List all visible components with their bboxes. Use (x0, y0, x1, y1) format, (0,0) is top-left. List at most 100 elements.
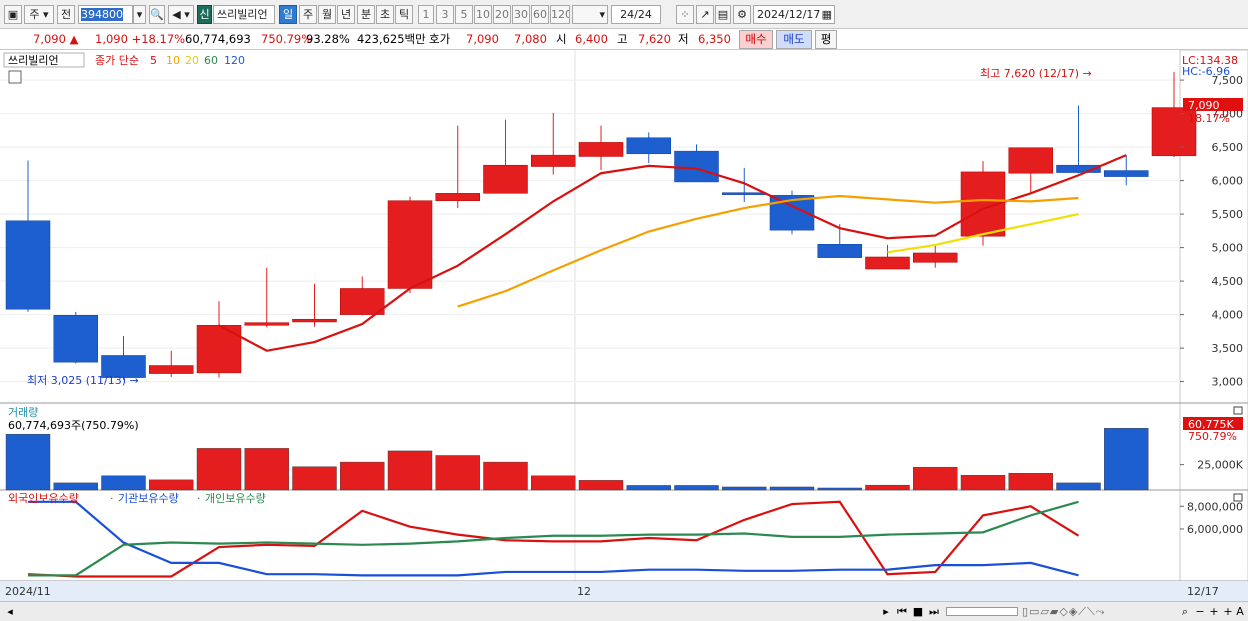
trade-amount: 423,625백만 (357, 32, 426, 46)
price-tick-label: 3,500 (1212, 342, 1244, 355)
buy-button[interactable]: 매수 (739, 30, 773, 49)
current-price: 7,090 ▲ (33, 32, 79, 46)
period-second-button[interactable]: 초 (376, 5, 394, 24)
volume-bar (817, 487, 862, 491)
hc-label: HC:-6.96 (1182, 65, 1230, 78)
interval-120-button[interactable]: 120 (550, 5, 570, 24)
volume-bar (387, 450, 433, 491)
candle-body (1008, 147, 1053, 174)
volume-tick-label: 25,000K (1197, 459, 1243, 472)
volume-title[interactable]: 거래량 (8, 406, 38, 419)
interval-1-button[interactable]: 1 (418, 5, 434, 24)
period-year-button[interactable]: 년 (337, 5, 355, 24)
legend-ma-20[interactable]: 20 (185, 54, 199, 67)
drawing-tools-icons[interactable]: ▯▭▱▰◇◈⟋⟍⤳ (1022, 604, 1172, 619)
holding-tick-label: 6,000,000 (1187, 523, 1243, 536)
volume-bar (1056, 482, 1101, 491)
date-field[interactable]: 2024/12/17 ▦ (753, 5, 835, 24)
prev-button[interactable]: 전 (57, 5, 75, 24)
x-axis-end-label: 12/17 (1187, 585, 1219, 598)
period-tick-button[interactable]: 틱 (395, 5, 413, 24)
search-icon[interactable]: 🔍 (149, 5, 165, 24)
volume-panel-close-icon[interactable] (1233, 406, 1243, 415)
code-dropdown-icon[interactable]: ▾ (133, 5, 146, 24)
interval-5-button[interactable]: 5 (455, 5, 473, 24)
stock-code-input[interactable]: 394800 (78, 5, 133, 24)
price-change: 1,090 +18.17% (95, 32, 186, 46)
sell-button[interactable]: 매도 (776, 30, 812, 49)
volume-bar (244, 448, 289, 491)
volume-bar (1104, 428, 1149, 491)
window-menu-icon[interactable]: ▣ (4, 5, 22, 24)
interval-30-button[interactable]: 30 (512, 5, 530, 24)
save-icon[interactable]: ▤ (715, 5, 731, 24)
legend-ma-5[interactable]: 5 (150, 54, 157, 67)
auto-scale-icon[interactable]: A (1234, 604, 1246, 619)
first-page-icon[interactable]: ⏮ (895, 604, 909, 619)
legend-ma-title[interactable]: 종가 단순 (95, 54, 139, 67)
zoom-search-icon[interactable]: ⌕ (1178, 604, 1192, 619)
scroll-left-icon[interactable]: ◂ (4, 604, 16, 619)
volume-bar (483, 461, 528, 491)
price-tick-label: 4,500 (1212, 275, 1244, 288)
interval-3-button[interactable]: 3 (436, 5, 454, 24)
trade-volume: 60,774,693 (185, 32, 251, 46)
eval-button[interactable]: 평 (815, 30, 837, 49)
candle-body (5, 220, 51, 310)
open-price: 6,400 (575, 32, 608, 46)
indicator-icon[interactable]: ⁘ (676, 5, 694, 24)
calendar-icon[interactable]: ▦ (822, 6, 832, 23)
stock-name-field[interactable]: 쓰리빌리언 (213, 5, 275, 24)
play-button[interactable]: ▸ (880, 604, 892, 619)
volume-bar (578, 480, 624, 491)
settings-gear-icon[interactable]: ⚙ (733, 5, 751, 24)
period-week-button[interactable]: 주 (299, 5, 317, 24)
high-label: 고 (617, 32, 628, 46)
legend-ma-120[interactable]: 120 (224, 54, 245, 67)
volume-bar (769, 486, 815, 491)
candle-body (244, 322, 289, 326)
stop-icon[interactable]: ■ (911, 604, 925, 619)
open-label: 시 (556, 32, 567, 46)
holding-legend-foreign[interactable]: 외국인보유수량 (8, 492, 79, 505)
x-axis-bar (0, 581, 1248, 601)
data-table-icon[interactable] (8, 70, 22, 84)
holding-legend-individual[interactable]: 개인보유수량 (205, 492, 266, 505)
period-day-button[interactable]: 일 (279, 5, 297, 24)
volume-ratio: 750.79% (261, 32, 313, 46)
candle-body (340, 288, 385, 315)
sound-icon[interactable]: ◀ ▾ (168, 5, 194, 24)
interval-20-button[interactable]: 20 (493, 5, 511, 24)
zoom-slider[interactable] (946, 607, 1018, 616)
interval-dropdown[interactable]: ▾ (572, 5, 608, 24)
add-icon[interactable]: + (1222, 604, 1234, 619)
volume-bar (292, 466, 337, 491)
last-page-icon[interactable]: ⏭ (927, 604, 941, 619)
volume-bar (960, 475, 1006, 491)
legend-ma-60[interactable]: 60 (204, 54, 218, 67)
period-minute-button[interactable]: 분 (357, 5, 375, 24)
holding-panel-close-icon[interactable] (1233, 493, 1243, 502)
zoom-out-icon[interactable]: − (1194, 604, 1206, 619)
price-tick-label: 5,000 (1212, 242, 1244, 255)
holding-legend-institution[interactable]: 기관보유수량 (118, 492, 179, 505)
legend-separator: · (197, 492, 201, 505)
draw-tool-icon[interactable]: ↗ (696, 5, 714, 24)
chart-toolbar: ▣ 주 ▾ 전 394800 ▾ 🔍 ◀ ▾ 신 쓰리빌리언 일 주 월 년 분… (0, 0, 1248, 29)
market-select[interactable]: 주 ▾ (24, 5, 54, 24)
volume-bar (149, 479, 194, 491)
legend-ma-10[interactable]: 10 (166, 54, 180, 67)
interval-60-button[interactable]: 60 (531, 5, 549, 24)
page-counter[interactable]: 24/24 (611, 5, 661, 24)
volume-bar (1008, 473, 1053, 491)
period-month-button[interactable]: 월 (318, 5, 336, 24)
interval-10-button[interactable]: 10 (474, 5, 492, 24)
chart-area: 3,000 3,500 4,000 4,500 5,000 5,500 6,000 6,500… (0, 50, 1248, 601)
candle-body (674, 150, 719, 183)
candle-body (626, 137, 671, 155)
zoom-in-icon[interactable]: + (1208, 604, 1220, 619)
volume-bar (674, 485, 719, 491)
candle-body (387, 200, 433, 289)
price-tick-label: 5,500 (1212, 208, 1244, 221)
volume-bar (865, 484, 910, 491)
